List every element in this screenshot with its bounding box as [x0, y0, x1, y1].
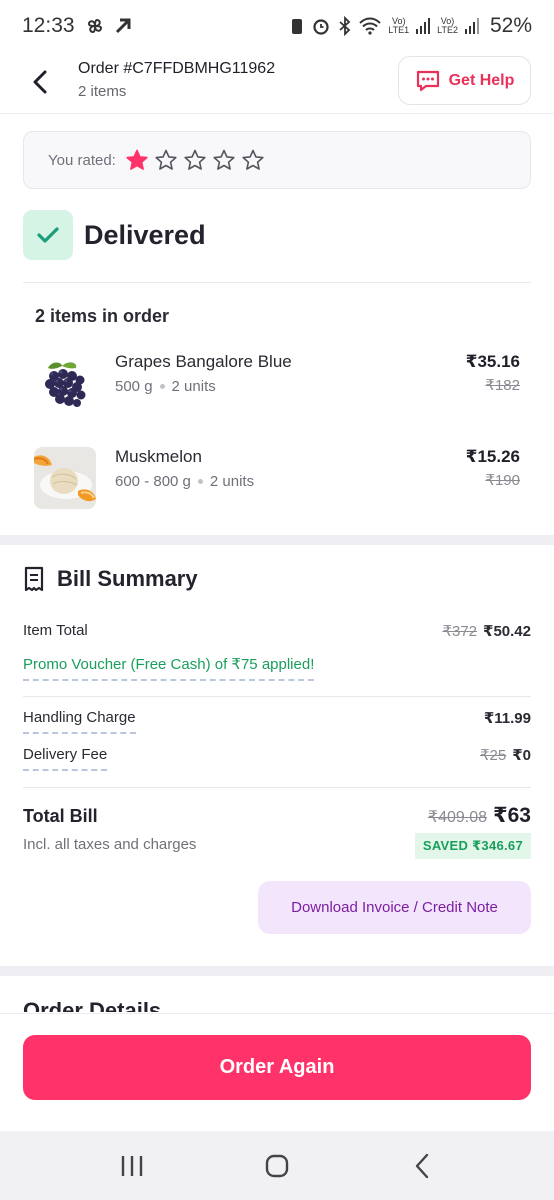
- order-details-title: Order Details: [23, 998, 162, 1012]
- total-bill-value: ₹63: [493, 804, 531, 827]
- divider: [23, 282, 531, 283]
- get-help-button[interactable]: Get Help: [398, 56, 531, 105]
- delivery-fee-label[interactable]: Delivery Fee: [23, 746, 108, 771]
- alarm-icon: [311, 16, 331, 36]
- star-empty-icon[interactable]: [184, 149, 206, 171]
- handling-charge-row[interactable]: Handling Charge ₹11.99: [23, 709, 531, 734]
- delivery-fee-row[interactable]: Delivery Fee ₹25 ₹0: [23, 746, 531, 771]
- item-units: 2 units: [171, 378, 216, 395]
- page-header: Order #C7FFDBMHG11962 2 items Get Help: [0, 52, 554, 114]
- sim1-label: Vo) LTE1: [388, 16, 410, 35]
- order-status-label: Delivered: [84, 219, 206, 250]
- system-nav-bar: [0, 1131, 554, 1200]
- total-bill-mrp: ₹409.08: [427, 809, 488, 826]
- section-divider: [0, 966, 554, 976]
- handling-charge-label[interactable]: Handling Charge: [23, 709, 136, 734]
- order-status: Delivered: [23, 210, 206, 260]
- item-total-label: Item Total: [23, 622, 88, 639]
- download-invoice-button[interactable]: Download Invoice / Credit Note: [258, 881, 531, 934]
- status-time: 12:33: [22, 14, 75, 37]
- item-mrp: ₹182: [485, 377, 520, 394]
- item-total-value: ₹50.42: [483, 623, 531, 640]
- item-quantity: 500 g: [115, 378, 153, 395]
- star-empty-icon[interactable]: [155, 149, 177, 171]
- chat-bubble-icon: [416, 70, 439, 91]
- status-bar: 12:33 Vo) LTE1 Vo) LTE2 52%: [0, 0, 554, 52]
- recent-apps-button[interactable]: [102, 1141, 162, 1191]
- muskmelon-image: [34, 447, 96, 509]
- bill-summary-title: Bill Summary: [23, 566, 198, 592]
- rating-card: You rated:: [23, 131, 531, 189]
- star-filled-icon[interactable]: [126, 149, 148, 171]
- separator-dot: [197, 479, 203, 484]
- recent-apps-icon: [122, 1155, 143, 1176]
- arrow-up-right-icon: [113, 16, 133, 36]
- grapes-image: [34, 352, 96, 414]
- get-help-label: Get Help: [448, 71, 515, 89]
- saved-badge: SAVED ₹346.67: [414, 833, 531, 859]
- item-total-row: Item Total ₹372 ₹50.42: [23, 622, 531, 640]
- delivery-fee-value: ₹0: [512, 747, 531, 764]
- separator-dot: [159, 384, 165, 389]
- item-price: ₹15.26: [465, 447, 520, 466]
- divider: [23, 696, 531, 697]
- delivered-check-icon: [23, 210, 73, 260]
- home-icon: [265, 1154, 289, 1177]
- bluetooth-icon: [338, 16, 352, 36]
- signal-icon: [464, 18, 479, 34]
- system-back-button[interactable]: [392, 1141, 452, 1191]
- order-items-count: 2 items: [78, 83, 127, 100]
- home-button[interactable]: [247, 1141, 307, 1191]
- item-mrp: ₹190: [485, 472, 520, 489]
- item-name: Muskmelon: [115, 447, 202, 466]
- list-item[interactable]: Grapes Bangalore Blue 500 g 2 units ₹35.…: [0, 352, 554, 422]
- battery-saver-icon: [290, 16, 304, 36]
- item-name: Grapes Bangalore Blue: [115, 352, 292, 371]
- item-price: ₹35.16: [465, 352, 520, 371]
- list-item[interactable]: Muskmelon 600 - 800 g 2 units ₹15.26 ₹19…: [0, 447, 554, 517]
- chevron-left-icon: [415, 1153, 428, 1178]
- rating-label: You rated:: [48, 151, 116, 169]
- wifi-icon: [359, 17, 381, 35]
- item-total-mrp: ₹372: [442, 623, 478, 640]
- order-id: Order #C7FFDBMHG11962: [78, 60, 276, 77]
- signal-icon: [416, 18, 431, 34]
- section-divider: [0, 535, 554, 545]
- receipt-icon: [24, 566, 44, 592]
- bill-summary-label: Bill Summary: [57, 566, 198, 591]
- handling-charge-value: ₹11.99: [483, 710, 531, 727]
- sim2-label: Vo) LTE2: [437, 16, 458, 35]
- star-empty-icon[interactable]: [242, 149, 264, 171]
- item-quantity: 600 - 800 g: [115, 473, 191, 490]
- divider: [23, 787, 531, 788]
- total-bill-label: Total Bill: [23, 806, 98, 826]
- pinwheel-icon: [85, 16, 105, 36]
- item-units: 2 units: [209, 473, 255, 490]
- back-button[interactable]: [24, 66, 56, 98]
- delivery-fee-mrp: ₹25: [479, 747, 507, 764]
- back-arrow-icon: [33, 70, 47, 94]
- battery-percent: 52%: [489, 14, 532, 37]
- order-again-button[interactable]: Order Again: [23, 1035, 531, 1100]
- items-heading: 2 items in order: [35, 306, 170, 326]
- star-empty-icon[interactable]: [213, 149, 235, 171]
- rating-stars[interactable]: [126, 149, 264, 171]
- promo-voucher-text[interactable]: Promo Voucher (Free Cash) of ₹75 applied…: [23, 655, 315, 681]
- promo-row[interactable]: Promo Voucher (Free Cash) of ₹75 applied…: [23, 655, 531, 681]
- total-bill-subtext: Incl. all taxes and charges: [23, 836, 197, 853]
